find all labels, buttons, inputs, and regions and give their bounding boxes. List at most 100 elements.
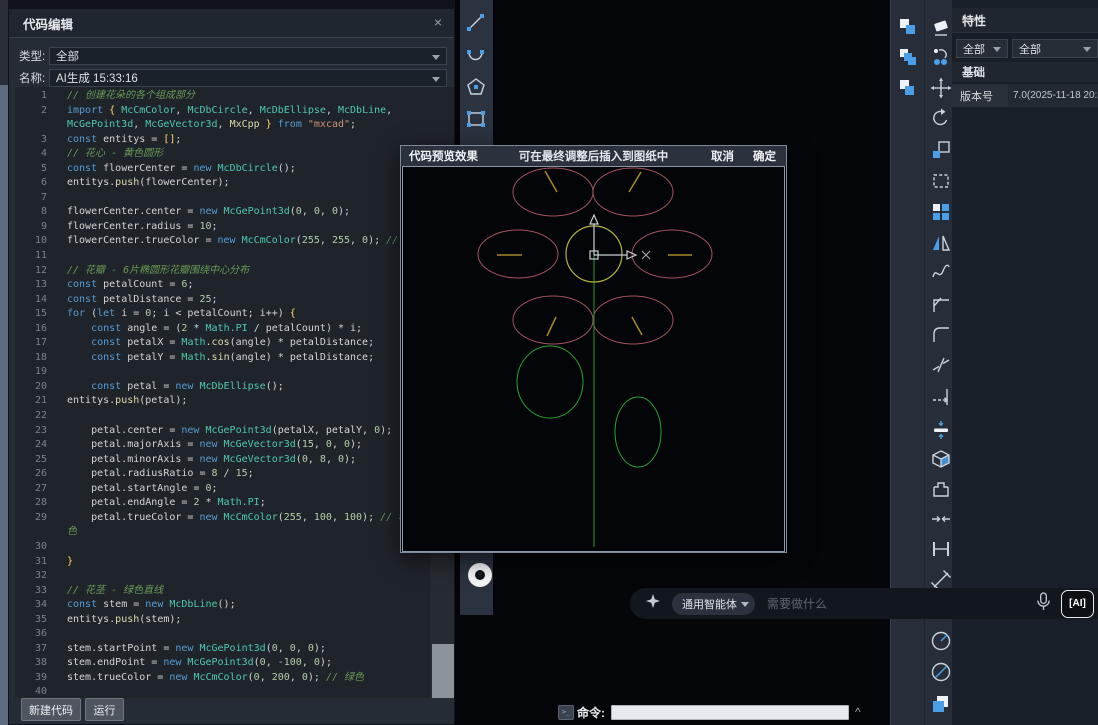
copy-base-icon[interactable]: [897, 46, 919, 68]
code-line: 18 const petalY = Math.sin(angle) * peta…: [15, 351, 454, 366]
measure-icon[interactable]: [930, 538, 952, 560]
close-icon[interactable]: ×: [434, 14, 442, 30]
preview-titlebar[interactable]: 代码预览效果 可在最终调整后插入到图纸中 取消 确定: [401, 146, 786, 166]
new-code-button[interactable]: 新建代码: [21, 698, 81, 721]
code-line: 7: [15, 191, 454, 206]
code-line: 2import { McCmColor, McDbCircle, McDbEll…: [15, 104, 454, 119]
agent-selector[interactable]: 通用智能体: [672, 593, 755, 615]
paste-block-icon[interactable]: [897, 76, 919, 98]
trim-icon[interactable]: [930, 385, 952, 407]
code-line: 17 const petalX = Math.cos(angle) * peta…: [15, 336, 454, 351]
preview-hint: 可在最终调整后插入到图纸中: [519, 148, 669, 164]
code-line: 9flowerCenter.radius = 10;: [15, 220, 454, 235]
code-line: 14const petalDistance = 25;: [15, 293, 454, 308]
chamfer-icon[interactable]: [930, 323, 952, 345]
code-line: 5const flowerCenter = new McDbCircle();: [15, 162, 454, 177]
orbit-icon[interactable]: [930, 47, 952, 69]
code-line: 6entitys.push(flowerCenter);: [15, 176, 454, 191]
properties-object-select[interactable]: 全部: [1012, 39, 1098, 58]
code-line: 21entitys.push(petal);: [15, 394, 454, 409]
code-editor-panel: 代码编辑 × 类型: 全部 名称: AI生成 15:33:16 1// 创建花朵…: [8, 8, 455, 725]
code-editor-content[interactable]: 1// 创建花朵的各个组成部分2import { McCmColor, McDb…: [15, 87, 454, 698]
preview-window: 代码预览效果 可在最终调整后插入到图纸中 取消 确定: [400, 145, 787, 553]
stretch-icon[interactable]: [930, 170, 952, 192]
move-icon[interactable]: [930, 77, 952, 99]
code-line: 34const stem = new McDbLine();: [15, 598, 454, 613]
break-icon[interactable]: [930, 354, 952, 376]
command-input[interactable]: [611, 705, 849, 720]
desktop-edge-top: [0, 0, 8, 85]
extend-icon[interactable]: [930, 419, 952, 441]
desktop-edge: [0, 85, 8, 725]
preview-canvas[interactable]: [402, 166, 785, 552]
erase-icon[interactable]: [930, 17, 952, 39]
code-line: 36: [15, 627, 454, 642]
command-label: 命令:: [577, 704, 605, 721]
command-bar: >_ 命令: ^: [558, 701, 888, 723]
array-icon[interactable]: [930, 201, 952, 223]
scrollbar-thumb[interactable]: [432, 644, 454, 698]
cancel-button[interactable]: 取消: [711, 148, 734, 164]
layers-icon[interactable]: [930, 693, 952, 715]
code-line: 13const petalCount = 6;: [15, 278, 454, 293]
ai-prompt-input[interactable]: [765, 596, 1036, 612]
code-line: 1// 创建花朵的各个组成部分: [15, 89, 454, 104]
flower-drawing: [403, 167, 784, 551]
copy-icon[interactable]: [897, 16, 919, 38]
properties-section-basic: 基础: [952, 62, 1098, 82]
code-line: 39stem.trueColor = new McCmColor(0, 200,…: [15, 671, 454, 686]
code-line: 31}: [15, 555, 454, 570]
app-root: 代码编辑 × 类型: 全部 名称: AI生成 15:33:16 1// 创建花朵…: [0, 0, 1098, 725]
type-select[interactable]: 全部: [49, 47, 447, 65]
spline-icon[interactable]: [930, 262, 952, 284]
ok-button[interactable]: 确定: [753, 148, 776, 164]
code-line: 15for (let i = 0; i < petalCount; i++) {: [15, 307, 454, 322]
donut-icon[interactable]: [465, 560, 495, 590]
code-line: 40: [15, 685, 454, 698]
run-button[interactable]: 运行: [85, 698, 124, 721]
property-row[interactable]: 版本号 7.0(2025-11-18 20:48: [952, 84, 1098, 107]
name-select[interactable]: AI生成 15:33:16: [49, 69, 447, 87]
fillet-icon[interactable]: [930, 293, 952, 315]
code-line: 27 petal.startAngle = 0;: [15, 482, 454, 497]
chevron-down-icon: [993, 47, 1001, 52]
code-line: 28 petal.endAngle = 2 * Math.PI;: [15, 496, 454, 511]
code-line: 3const entitys = [];: [15, 133, 454, 148]
type-label: 类型:: [19, 48, 49, 64]
line-icon[interactable]: [465, 12, 487, 34]
diameter-icon[interactable]: [930, 661, 952, 683]
code-line: 12// 花瓣 - 6片椭圆形花瓣围绕中心分布: [15, 264, 454, 279]
polygon-icon[interactable]: [465, 76, 487, 98]
code-line: 33// 花茎 - 绿色直线: [15, 584, 454, 599]
ai-badge[interactable]: [AI]: [1061, 590, 1094, 618]
microphone-icon[interactable]: [1036, 592, 1051, 616]
sparkle-icon: [646, 594, 660, 613]
rotate-icon[interactable]: [930, 107, 952, 129]
name-label: 名称:: [19, 70, 49, 86]
code-line: 8flowerCenter.center = new McGePoint3d(0…: [15, 205, 454, 220]
code-line: 10flowerCenter.trueColor = new McCmColor…: [15, 234, 454, 249]
code-editor-title: 代码编辑: [23, 14, 73, 33]
boundary-icon[interactable]: [930, 478, 952, 500]
code-line: 35entitys.push(stem);: [15, 613, 454, 628]
properties-filter-select[interactable]: 全部: [956, 39, 1008, 58]
code-line: 37stem.startPoint = new McGePoint3d(0, 0…: [15, 642, 454, 657]
join-icon[interactable]: [930, 508, 952, 530]
code-line: McGePoint3d, McGeVector3d, MxCpp } from …: [15, 118, 454, 133]
property-value: 7.0(2025-11-18 20:48: [1008, 90, 1098, 101]
code-line: 26 petal.radiusRatio = 8 / 15;: [15, 467, 454, 482]
properties-title: 特性: [962, 12, 986, 29]
terminal-icon[interactable]: >_: [558, 705, 574, 720]
ai-assistant-bar: 通用智能体 [AI]: [630, 588, 1098, 619]
box-icon[interactable]: [930, 448, 952, 470]
scale-icon[interactable]: [930, 139, 952, 161]
code-line: 色: [15, 525, 454, 540]
name-row: 名称: AI生成 15:33:16: [9, 69, 454, 87]
arc-icon[interactable]: [465, 44, 487, 66]
code-line: 32: [15, 569, 454, 584]
rectangle-icon[interactable]: [465, 108, 487, 130]
radius-icon[interactable]: [930, 630, 952, 652]
mirror-icon[interactable]: [930, 232, 952, 254]
code-line: 24 petal.majorAxis = new McGeVector3d(15…: [15, 438, 454, 453]
chevron-up-icon[interactable]: ^: [855, 705, 861, 719]
